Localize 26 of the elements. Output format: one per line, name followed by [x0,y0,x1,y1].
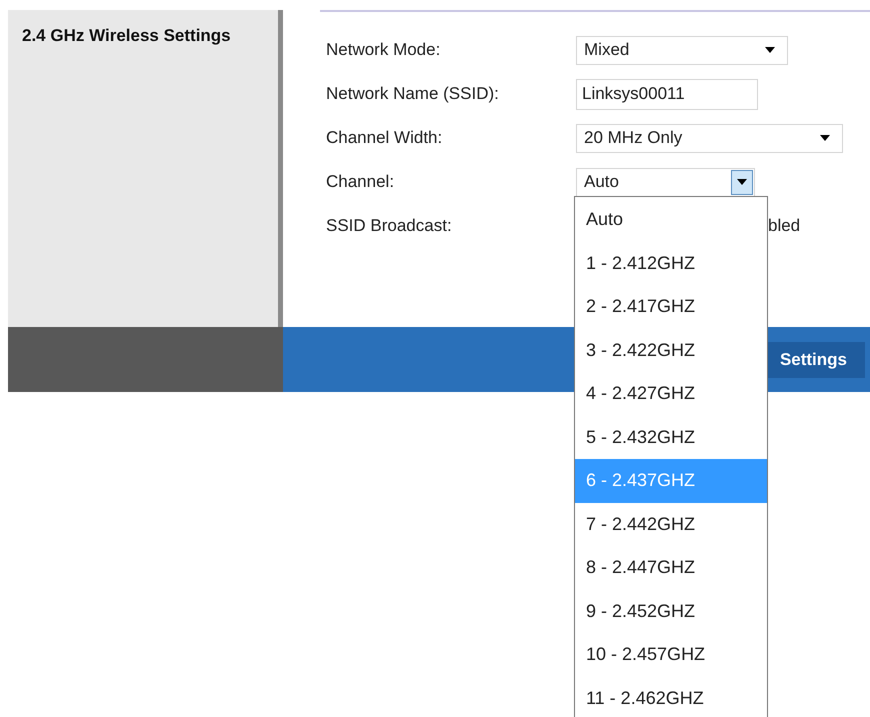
dropdown-select[interactable]: Auto [576,168,755,196]
caret-icon [820,135,830,141]
dropdown-option[interactable]: 1 - 2.412GHZ [575,242,767,285]
dropdown-option[interactable]: 7 - 2.442GHZ [575,502,767,546]
dropdown-select[interactable]: Mixed [576,36,788,64]
dropdown-option[interactable]: 9 - 2.452GHZ [575,590,767,633]
field-label: Network Name (SSID): [326,84,500,104]
dropdown-option[interactable]: 2 - 2.417GHZ [575,285,767,328]
section-title: 2.4 GHz Wireless Settings [22,26,231,45]
input-field[interactable]: Linksys00011 [576,78,758,110]
arrow-button[interactable] [820,135,830,141]
option-label: bled [768,216,800,236]
caret-icon [765,47,775,53]
dropdown-option[interactable]: 8 - 2.447GHZ [575,546,767,590]
caret-icon [737,179,747,185]
dropdown-option[interactable]: 10 - 2.457GHZ [575,633,767,676]
dropdown-option[interactable]: Auto [575,198,767,242]
field-label: Channel: [326,172,396,192]
dropdown-option[interactable]: 5 - 2.432GHZ [575,416,767,459]
field-label: SSID Broadcast: [326,216,453,236]
arrow-button[interactable] [765,47,775,53]
dropdown-option[interactable]: 11 - 2.462GHZ [575,676,767,717]
field-label: Channel Width: [326,128,444,148]
field-label: Network Mode: [326,40,442,60]
dropdown-select[interactable]: 20 MHz Only [576,124,843,152]
arrow-button[interactable] [731,170,753,194]
